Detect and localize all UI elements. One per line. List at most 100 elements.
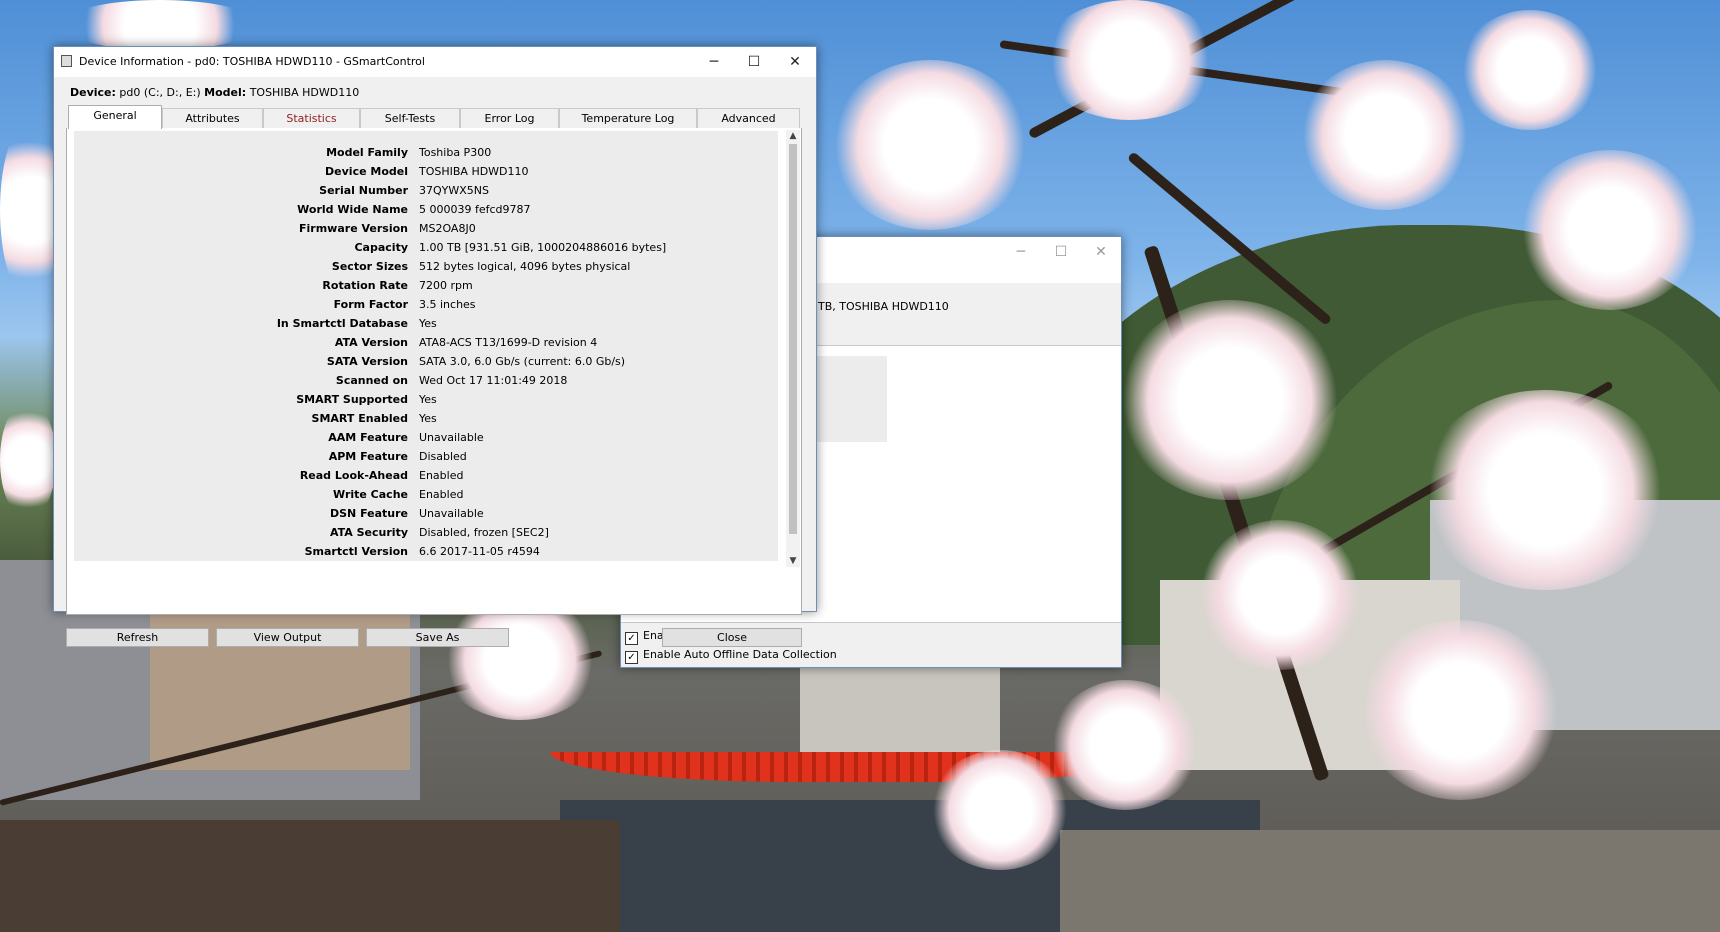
info-key: Rotation Rate [322,279,408,292]
info-key: Firmware Version [299,222,408,235]
info-key: DSN Feature [329,507,408,520]
info-row-firmware-version: Firmware Version MS2OA8J0 [74,219,778,238]
info-key: SMART Supported [296,393,408,406]
tab-temperature-log[interactable]: Temperature Log [559,108,697,128]
wallpaper-blossom [830,60,1030,230]
tab-statistics[interactable]: Statistics [263,108,360,128]
window-title: Device Information - pd0: TOSHIBA HDWD11… [79,55,425,68]
info-value: 7200 rpm [419,279,473,292]
info-row-smart-supported: SMART Supported Yes [74,390,778,409]
app-icon [61,55,72,67]
tab-general[interactable]: General [68,105,162,129]
enable-auto-offline-label: Enable Auto Offline Data Collection [643,648,837,661]
info-value: Enabled [419,488,464,501]
wallpaper-blossom [60,0,260,50]
info-row-smartctl-version: Smartctl Version 6.6 2017-11-05 r4594 [74,542,778,561]
info-row-device-model: Device Model TOSHIBA HDWD110 [74,162,778,181]
scrollbar-thumb[interactable] [789,144,797,534]
minimize-icon[interactable]: ─ [1001,237,1041,267]
wallpaper-blossom [1050,680,1200,810]
info-key: Smartctl Version [304,545,408,558]
info-key: Model Family [326,146,408,159]
close-icon[interactable]: ✕ [775,47,815,77]
info-value: Yes [419,393,437,406]
minimize-icon[interactable]: ─ [694,47,734,77]
wallpaper-blossom [0,400,56,520]
info-row-scanned-on: Scanned on Wed Oct 17 11:01:49 2018 [74,371,778,390]
device-summary: Device: pd0 (C:, D:, E:) Model: TOSHIBA … [70,86,359,99]
model-label: Model: [204,86,247,99]
info-key: Serial Number [319,184,408,197]
info-value: 5 000039 fefcd9787 [419,203,531,216]
maximize-icon[interactable]: ☐ [1041,237,1081,267]
wallpaper-wall [1060,830,1720,932]
info-key: AAM Feature [328,431,408,444]
info-row-serial-number: Serial Number 37QYWX5NS [74,181,778,200]
info-key: ATA Version [334,336,408,349]
general-tab-panel: Model Family Toshiba P300 Device Model TOS… [66,128,802,615]
wallpaper-blossom [1460,10,1600,130]
info-row-world-wide-name: World Wide Name 5 000039 fefcd9787 [74,200,778,219]
info-row-smart-enabled: SMART Enabled Yes [74,409,778,428]
info-row-ata-version: ATA Version ATA8-ACS T13/1699-D revision … [74,333,778,352]
wallpaper-blossom [1520,150,1700,310]
save-as-button[interactable]: Save As [366,628,509,647]
view-output-button[interactable]: View Output [216,628,359,647]
info-value: 37QYWX5NS [419,184,489,197]
info-row-sector-sizes: Sector Sizes 512 bytes logical, 4096 byte… [74,257,778,276]
device-information-window[interactable]: Device Information - pd0: TOSHIBA HDWD11… [53,46,817,647]
info-key: Form Factor [333,298,408,311]
info-key: SATA Version [326,355,408,368]
info-key: ATA Security [329,526,408,539]
info-row-aam-feature: AAM Feature Unavailable [74,428,778,447]
info-value: SATA 3.0, 6.0 Gb/s (current: 6.0 Gb/s) [419,355,626,368]
close-button[interactable]: Close [662,628,802,647]
info-key: Scanned on [335,374,408,387]
info-key: APM Feature [328,450,408,463]
device-label: Device: [70,86,116,99]
tab-attributes[interactable]: Attributes [162,108,263,128]
info-row-rotation-rate: Rotation Rate 7200 rpm [74,276,778,295]
tab-self-tests[interactable]: Self-Tests [360,108,460,128]
info-value: Toshiba P300 [419,146,492,159]
info-row-write-cache: Write Cache Enabled [74,485,778,504]
info-value: Disabled [419,450,467,463]
info-row-apm-feature: APM Feature Disabled [74,447,778,466]
info-scrollbar[interactable]: ▲ ▼ [786,130,800,567]
info-value: TOSHIBA HDWD110 [419,165,529,178]
info-key: Read Look-Ahead [299,469,408,482]
maximize-icon[interactable]: ☐ [734,47,774,77]
info-row-in-smartctl-database: In Smartctl Database Yes [74,314,778,333]
window-titlebar[interactable]: Device Information - pd0: TOSHIBA HDWD11… [54,47,816,77]
info-value: ATA8-ACS T13/1699-D revision 4 [419,336,598,349]
device-value: pd0 (C:, D:, E:) [119,86,201,99]
info-key: Capacity [354,241,408,254]
info-row-dsn-feature: DSN Feature Unavailable [74,504,778,523]
scroll-up-icon[interactable]: ▲ [786,130,800,142]
info-key: SMART Enabled [311,412,408,425]
info-value: 3.5 inches [419,298,476,311]
info-value: 512 bytes logical, 4096 bytes physical [419,260,631,273]
wallpaper-blossom [1300,60,1470,210]
refresh-button[interactable]: Refresh [66,628,209,647]
scroll-down-icon[interactable]: ▼ [786,555,800,567]
info-row-sata-version: SATA Version SATA 3.0, 6.0 Gb/s (current:… [74,352,778,371]
info-value: Unavailable [419,507,484,520]
info-key: Write Cache [333,488,408,501]
close-icon[interactable]: ✕ [1081,237,1121,267]
info-value: 6.6 2017-11-05 r4594 [419,545,540,558]
info-value: Yes [419,412,437,425]
info-value: Disabled, frozen [SEC2] [419,526,549,539]
info-value: Wed Oct 17 11:01:49 2018 [419,374,568,387]
enable-auto-offline-checkbox[interactable]: ✓ [625,651,638,664]
background-device-summary: TB, TOSHIBA HDWD110 [818,300,949,313]
info-value: MS2OA8J0 [419,222,476,235]
tab-error-log[interactable]: Error Log [460,108,559,128]
enable-auto-offline-option[interactable]: ✓ Enable Auto Offline Data Collection [625,648,837,664]
tab-advanced[interactable]: Advanced [697,108,800,128]
wallpaper-blossom [1200,520,1360,670]
enable-smart-checkbox[interactable]: ✓ [625,632,638,645]
wallpaper-blossom [930,750,1070,870]
info-row-model-family: Model Family Toshiba P300 [74,143,778,162]
device-info-list[interactable]: Model Family Toshiba P300 Device Model TOS… [74,131,778,561]
